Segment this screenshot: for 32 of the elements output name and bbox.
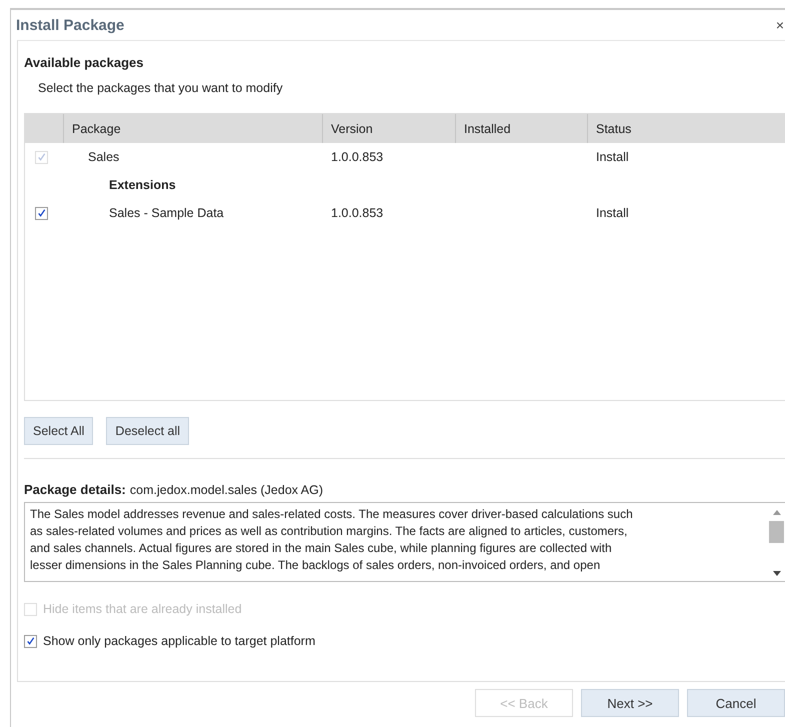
- description-line: The Sales model addresses revenue and sales-related costs. The measures cover driver-based calculations such: [30, 506, 634, 523]
- scroll-up-icon[interactable]: [772, 509, 780, 515]
- column-header[interactable]: Installed: [456, 114, 588, 143]
- footer-button[interactable]: Cancel: [687, 689, 785, 717]
- section-title: Available packages: [24, 55, 144, 70]
- status-cell: Install: [596, 206, 629, 220]
- column-header[interactable]: Status: [588, 114, 785, 143]
- window-title: Install Package: [16, 16, 124, 34]
- version-cell: 1.0.0.853: [331, 206, 384, 220]
- selection-button[interactable]: Select All: [24, 417, 94, 445]
- package-name: Sales - Sample Data: [109, 206, 224, 220]
- description-line: and sales channels. Actual figures are stored in the main Sales cube, while planning figures are collected with: [30, 540, 613, 557]
- selection-button[interactable]: Deselect all: [106, 417, 190, 445]
- status-cell: Install: [596, 150, 629, 164]
- instruction-text: Select the packages that you want to modify: [38, 81, 284, 95]
- group-label: Extensions: [109, 178, 176, 192]
- package-name: Sales: [88, 150, 120, 164]
- version-cell: 1.0.0.853: [331, 150, 384, 164]
- description-line: lesser dimensions in the Sales Planning cube. The backlogs of sales orders, non-invoiced orders, and open: [30, 557, 602, 574]
- package-id: com.jedox.model.sales (Jedox AG): [130, 483, 324, 497]
- footer-button[interactable]: Next >>: [581, 689, 679, 717]
- scrollbar-thumb[interactable]: [769, 521, 784, 543]
- column-header[interactable]: Version: [323, 114, 456, 143]
- option-label: Show only packages applicable to target platform: [43, 634, 316, 648]
- option-label: Hide items that are already installed: [43, 602, 242, 616]
- details-label: Package details:: [24, 482, 126, 497]
- checkbox[interactable]: [35, 206, 48, 220]
- checkbox[interactable]: [24, 634, 37, 648]
- scroll-down-icon[interactable]: [772, 571, 780, 577]
- close-icon[interactable]: ×: [776, 17, 785, 33]
- column-header[interactable]: Package: [64, 114, 323, 143]
- description-line: as sales-related volumes and prices as well as contribution margins. The facts are aligned to articles, customers,: [30, 523, 628, 540]
